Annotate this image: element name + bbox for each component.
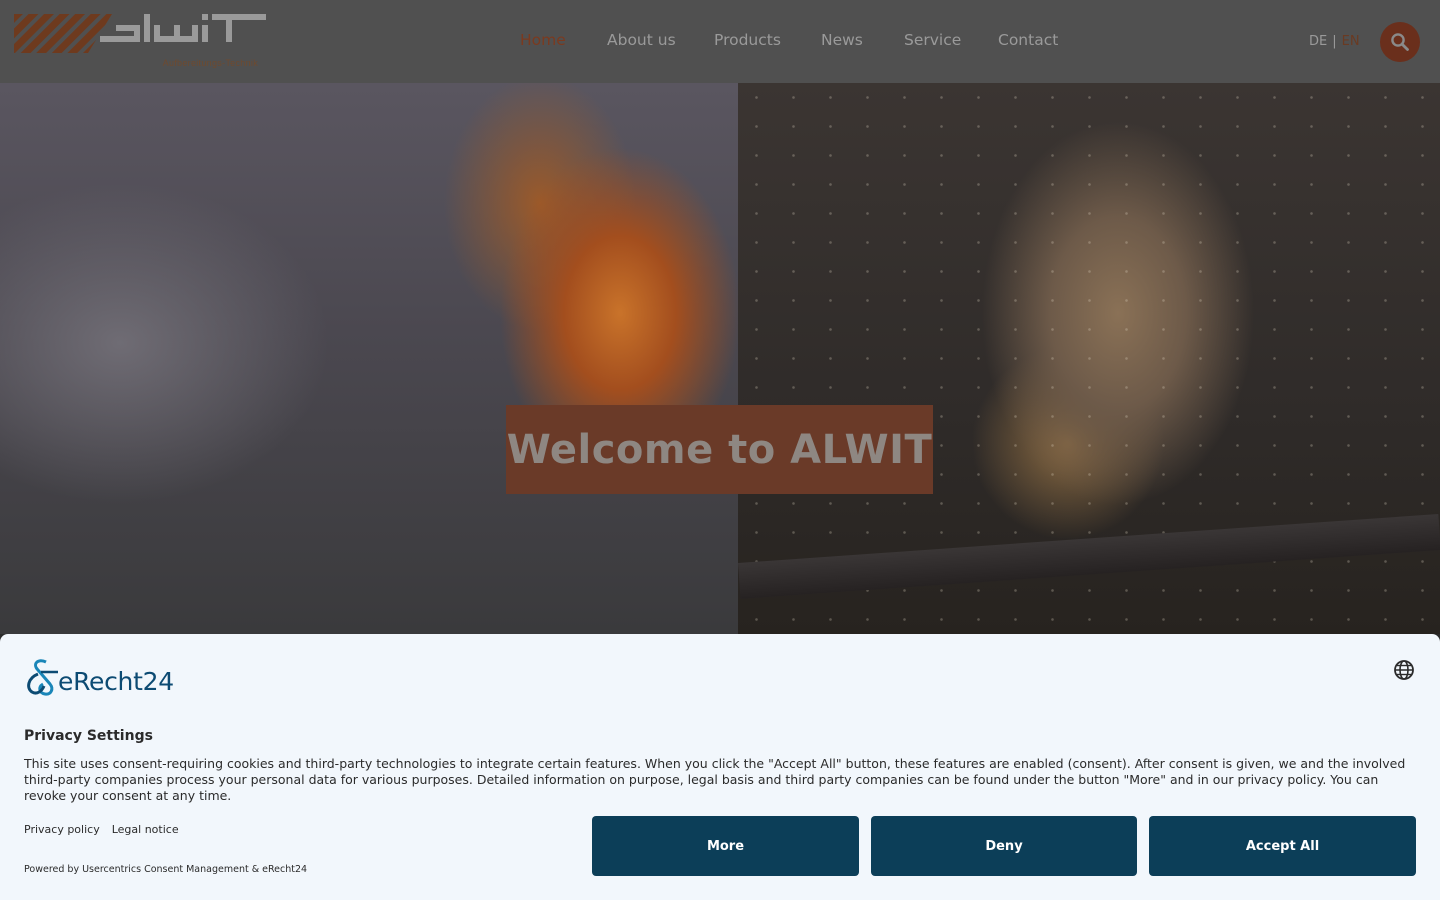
lang-separator: | xyxy=(1332,34,1337,49)
lang-en[interactable]: EN xyxy=(1342,34,1360,49)
cookie-consent-banner: eRecht24 Privacy Settings This site uses… xyxy=(0,634,1440,900)
nav-home[interactable]: Home xyxy=(520,31,566,49)
erecht24-wordmark: eRecht24 xyxy=(58,667,174,696)
erecht24-logo: eRecht24 xyxy=(24,658,174,698)
language-globe-button[interactable] xyxy=(1393,659,1415,681)
nav-contact[interactable]: Contact xyxy=(998,31,1058,49)
nav-service[interactable]: Service xyxy=(904,31,961,49)
consent-links: Privacy policy Legal notice xyxy=(24,823,191,836)
site-header: Aufbereitungs-Technik Home About us Prod… xyxy=(0,0,1440,83)
logo-tagline: Aufbereitungs-Technik xyxy=(162,58,258,68)
accept-all-button[interactable]: Accept All xyxy=(1149,816,1416,876)
nav-about-us[interactable]: About us xyxy=(607,31,676,49)
hero-image-fire xyxy=(0,83,738,634)
nav-products[interactable]: Products xyxy=(714,31,781,49)
erecht24-ampersand-icon xyxy=(27,659,58,696)
privacy-policy-link[interactable]: Privacy policy xyxy=(24,823,100,836)
privacy-description: This site uses consent-requiring cookies… xyxy=(24,756,1406,803)
more-button[interactable]: More xyxy=(592,816,859,876)
deny-button[interactable]: Deny xyxy=(871,816,1137,876)
hero-banner: Welcome to ALWIT xyxy=(0,83,1440,634)
powered-by-text: Powered by Usercentrics Consent Manageme… xyxy=(24,864,308,875)
hero-title-box: Welcome to ALWIT xyxy=(506,405,933,494)
search-button[interactable] xyxy=(1380,22,1420,62)
legal-notice-link[interactable]: Legal notice xyxy=(112,823,179,836)
hero-image-foundry xyxy=(738,83,1440,634)
globe-icon xyxy=(1394,660,1414,680)
nav-news[interactable]: News xyxy=(821,31,863,49)
privacy-settings-title: Privacy Settings xyxy=(24,728,153,744)
lang-de[interactable]: DE xyxy=(1309,34,1327,49)
search-icon xyxy=(1391,33,1409,51)
language-switcher: DE | EN xyxy=(1309,34,1360,49)
hero-title: Welcome to ALWIT xyxy=(506,426,933,473)
